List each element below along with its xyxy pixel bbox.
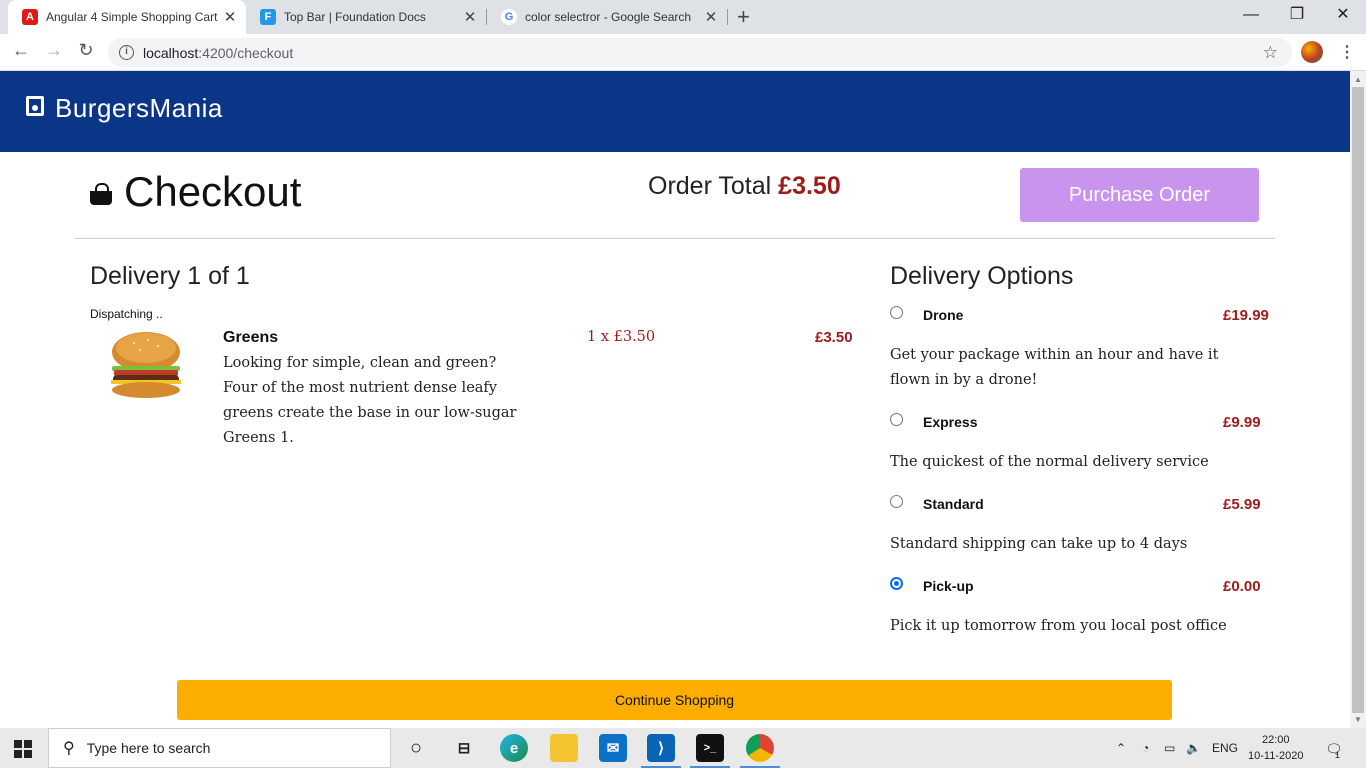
restore-icon[interactable]: ❐ xyxy=(1274,0,1320,34)
page-title: Checkout xyxy=(90,168,301,216)
taskbar: ⚲ Type here to search ○ ⊟ e ✉ ⟩ >_ ⌃ ◔ ▭… xyxy=(0,728,1366,768)
volume-icon[interactable]: 🔈 xyxy=(1186,741,1201,755)
option-description: Get your package within an hour and have… xyxy=(890,347,1219,388)
cup-icon xyxy=(26,95,44,116)
menu-kebab-icon[interactable]: ⋮ xyxy=(1339,42,1355,62)
basket-icon xyxy=(90,183,112,205)
option-express[interactable]: Express £9.99 xyxy=(890,413,1274,433)
angular-icon: A xyxy=(22,9,38,25)
taskbar-search[interactable]: ⚲ Type here to search xyxy=(48,728,391,768)
brand[interactable]: BurgersMania xyxy=(26,93,223,124)
option-radio-selected[interactable] xyxy=(890,577,903,590)
delivery-title: Delivery 1 of 1 xyxy=(90,262,250,290)
file-explorer-icon[interactable] xyxy=(550,734,578,762)
browser-tab-angular-cart[interactable]: A Angular 4 Simple Shopping Cart ✕ xyxy=(8,0,246,34)
tab-title: color selectror - Google Search xyxy=(525,10,692,24)
url-host: localhost xyxy=(143,44,199,61)
close-icon[interactable]: ✕ xyxy=(460,8,480,26)
option-radio[interactable] xyxy=(890,306,903,319)
scrollbar[interactable]: ▲ ▼ xyxy=(1350,71,1366,728)
option-pickup[interactable]: Pick-up £0.00 xyxy=(890,577,1274,597)
address-bar: ← → ↻ i localhost:4200/checkout ☆ ⋮ xyxy=(0,34,1366,71)
scroll-up-icon[interactable]: ▲ xyxy=(1354,75,1362,84)
scroll-thumb[interactable] xyxy=(1352,87,1364,713)
clock-date: 10-11-2020 xyxy=(1248,750,1304,762)
option-price: £9.99 xyxy=(1223,414,1261,431)
clock-time: 22:00 xyxy=(1261,734,1290,746)
foundation-icon: F xyxy=(260,9,276,25)
notification-icon[interactable]: 🗨 xyxy=(1325,741,1343,758)
option-drone[interactable]: Drone £19.99 xyxy=(890,306,1274,326)
forward-icon[interactable]: → xyxy=(42,40,66,61)
option-description: The quickest of the normal delivery serv… xyxy=(890,454,1209,470)
brand-name: BurgersMania xyxy=(55,93,223,123)
task-view-icon[interactable]: ⊟ xyxy=(450,734,478,762)
edge-icon[interactable]: e xyxy=(500,734,528,762)
option-description: Pick it up tomorrow from you local post … xyxy=(890,618,1227,634)
option-radio[interactable] xyxy=(890,413,903,426)
url-input[interactable]: i localhost:4200/checkout ☆ xyxy=(108,38,1292,67)
continue-shopping-button[interactable]: Continue Shopping xyxy=(177,680,1172,720)
option-standard[interactable]: Standard £5.99 xyxy=(890,495,1274,515)
checkout-title: Checkout xyxy=(124,168,302,215)
option-price: £5.99 xyxy=(1223,496,1261,513)
browser-tab-google[interactable]: G color selectror - Google Search ✕ xyxy=(487,0,727,34)
new-tab-icon[interactable]: + xyxy=(737,4,750,30)
option-name: Drone xyxy=(923,307,964,323)
dispatch-status: Dispatching .. xyxy=(90,307,163,321)
item-name: Greens xyxy=(223,329,279,346)
item-description: Looking for simple, clean and green? Fou… xyxy=(223,355,517,446)
google-icon: G xyxy=(501,9,517,25)
tab-title: Top Bar | Foundation Docs xyxy=(284,10,426,24)
scroll-down-icon[interactable]: ▼ xyxy=(1354,715,1362,724)
back-icon[interactable]: ← xyxy=(9,40,33,61)
vscode-icon[interactable]: ⟩ xyxy=(647,734,675,762)
minimize-icon[interactable]: — xyxy=(1228,0,1274,34)
notification-count: 1 xyxy=(1335,750,1341,760)
item-total: £3.50 xyxy=(815,329,853,346)
close-icon[interactable]: ✕ xyxy=(220,8,240,26)
option-name: Standard xyxy=(923,496,984,512)
search-icon: ⚲ xyxy=(63,740,75,757)
order-total-amount: £3.50 xyxy=(778,172,841,200)
close-icon[interactable]: ✕ xyxy=(701,8,721,26)
terminal-icon[interactable]: >_ xyxy=(696,734,724,762)
option-description: Standard shipping can take up to 4 days xyxy=(890,536,1188,552)
item-quantity-price: 1 x £3.50 xyxy=(587,329,656,345)
tab-title: Angular 4 Simple Shopping Cart xyxy=(46,10,218,24)
search-placeholder: Type here to search xyxy=(86,740,211,756)
purchase-order-button[interactable]: Purchase Order xyxy=(1020,168,1259,222)
option-price: £0.00 xyxy=(1223,578,1261,595)
burger-image xyxy=(111,332,181,398)
tab-separator xyxy=(727,9,728,25)
battery-icon[interactable]: ▭ xyxy=(1164,741,1175,755)
info-icon[interactable]: i xyxy=(119,45,134,60)
page-viewport: BurgersMania Checkout Order Total £3.50 … xyxy=(0,71,1350,728)
option-name: Pick-up xyxy=(923,578,974,594)
language-indicator[interactable]: ENG xyxy=(1212,741,1238,755)
profile-avatar[interactable] xyxy=(1301,41,1323,63)
order-total: Order Total £3.50 xyxy=(648,172,841,201)
mail-icon[interactable]: ✉ xyxy=(599,734,627,762)
cortana-icon[interactable]: ○ xyxy=(402,734,430,762)
option-price: £19.99 xyxy=(1223,307,1269,324)
site-header: BurgersMania xyxy=(0,71,1350,152)
window-close-icon[interactable]: ✕ xyxy=(1320,0,1366,34)
chrome-icon[interactable] xyxy=(746,734,774,762)
bookmark-star-icon[interactable]: ☆ xyxy=(1263,43,1278,63)
option-radio[interactable] xyxy=(890,495,903,508)
windows-start-icon[interactable] xyxy=(14,740,32,758)
order-total-label: Order Total xyxy=(648,172,772,200)
browser-tab-strip: A Angular 4 Simple Shopping Cart ✕ F Top… xyxy=(0,0,1366,34)
clock[interactable]: 22:00 10-11-2020 xyxy=(1248,732,1303,764)
browser-tab-foundation[interactable]: F Top Bar | Foundation Docs ✕ xyxy=(246,0,486,34)
reload-icon[interactable]: ↻ xyxy=(74,40,98,61)
tray-chevron-icon[interactable]: ⌃ xyxy=(1116,741,1126,755)
network-icon[interactable]: ◔ xyxy=(1142,741,1149,755)
option-name: Express xyxy=(923,414,978,430)
delivery-options-title: Delivery Options xyxy=(890,262,1074,290)
divider xyxy=(75,238,1275,239)
url-path: :4200/checkout xyxy=(198,44,294,61)
